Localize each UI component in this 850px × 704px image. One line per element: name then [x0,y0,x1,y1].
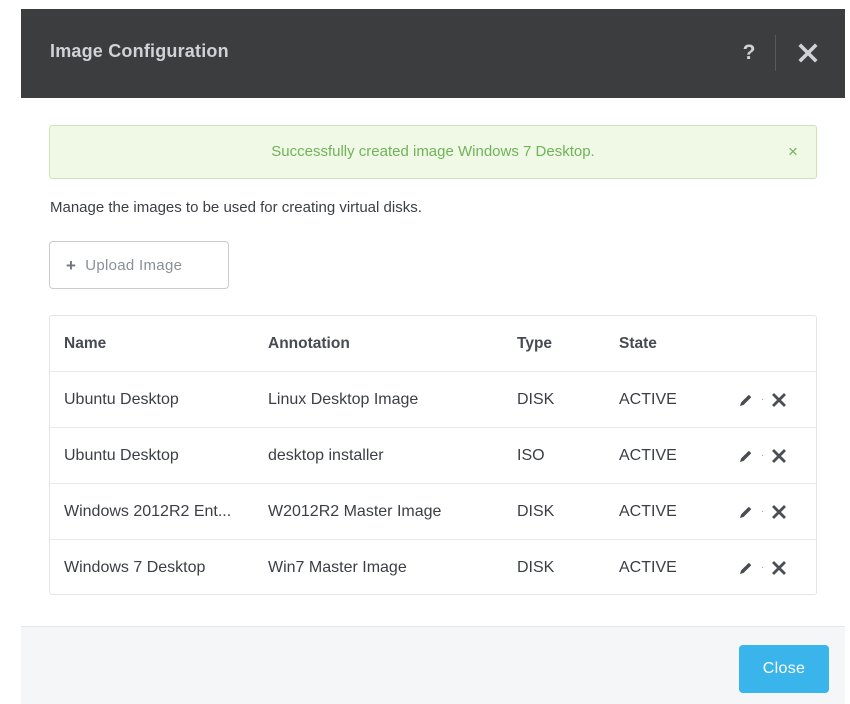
pencil-icon [740,506,752,518]
image-name: Ubuntu Desktop [64,447,179,464]
action-separator: · [761,506,765,517]
column-header-type: Type [517,335,553,352]
image-annotation: Linux Desktop Image [268,391,419,408]
row-actions: · [738,428,808,484]
image-annotation: Win7 Master Image [268,559,407,576]
row-actions: · [738,484,808,540]
image-annotation: desktop installer [268,447,384,464]
close-icon [772,393,787,407]
close-icon: × [788,142,798,161]
action-separator: · [761,394,765,405]
close-icon [772,449,787,463]
header-divider [775,35,776,71]
description-text: Manage the images to be used for creatin… [50,199,422,216]
help-button[interactable]: ? [737,37,761,69]
action-separator: · [761,562,765,573]
column-header-name: Name [64,335,107,352]
modal-close-button[interactable] [793,37,823,69]
image-configuration-modal: Image Configuration ? Successfully creat… [21,9,845,704]
question-mark-icon: ? [742,41,756,64]
modal-footer: Close [21,626,845,704]
table-row: Windows 2012R2 Ent... W2012R2 Master Ima… [50,484,816,540]
table-row: Windows 7 Desktop Win7 Master Image DISK… [50,540,816,594]
image-state: ACTIVE [619,391,677,408]
column-header-annotation: Annotation [268,335,350,352]
row-actions: · [738,540,808,594]
image-type: DISK [517,391,555,408]
upload-image-button[interactable]: + Upload Image [49,241,229,289]
action-separator: · [761,450,765,461]
image-type: ISO [517,447,545,464]
modal-title: Image Configuration [50,41,229,61]
alert-close-button[interactable]: × [784,142,802,162]
image-name: Windows 2012R2 Ent... [64,503,232,520]
image-name: Windows 7 Desktop [64,559,206,576]
close-button[interactable]: Close [739,645,829,693]
row-actions: · [738,372,808,428]
image-state: ACTIVE [619,559,677,576]
edit-button[interactable] [738,560,754,576]
pencil-icon [740,562,752,574]
plus-icon: + [66,255,77,275]
image-type: DISK [517,503,555,520]
column-header-state: State [619,335,657,352]
alert-message: Successfully created image Windows 7 Des… [271,143,595,160]
images-table: Name Annotation Type State Ubuntu Deskto… [49,315,817,595]
table-header-row: Name Annotation Type State [50,316,816,372]
close-icon [772,505,787,519]
image-type: DISK [517,559,555,576]
image-name: Ubuntu Desktop [64,391,179,408]
delete-button[interactable] [771,448,787,464]
edit-button[interactable] [738,392,754,408]
modal-header: Image Configuration ? [21,9,845,98]
image-state: ACTIVE [619,447,677,464]
delete-button[interactable] [771,504,787,520]
table-row: Ubuntu Desktop desktop installer ISO ACT… [50,428,816,484]
image-annotation: W2012R2 Master Image [268,503,442,520]
edit-button[interactable] [738,504,754,520]
close-icon [798,43,818,63]
close-icon [772,561,787,575]
table-row: Ubuntu Desktop Linux Desktop Image DISK … [50,372,816,428]
image-state: ACTIVE [619,503,677,520]
edit-button[interactable] [738,448,754,464]
delete-button[interactable] [771,560,787,576]
success-alert: Successfully created image Windows 7 Des… [49,125,817,179]
pencil-icon [740,394,752,406]
upload-image-label: Upload Image [85,256,183,274]
pencil-icon [740,450,752,462]
delete-button[interactable] [771,392,787,408]
